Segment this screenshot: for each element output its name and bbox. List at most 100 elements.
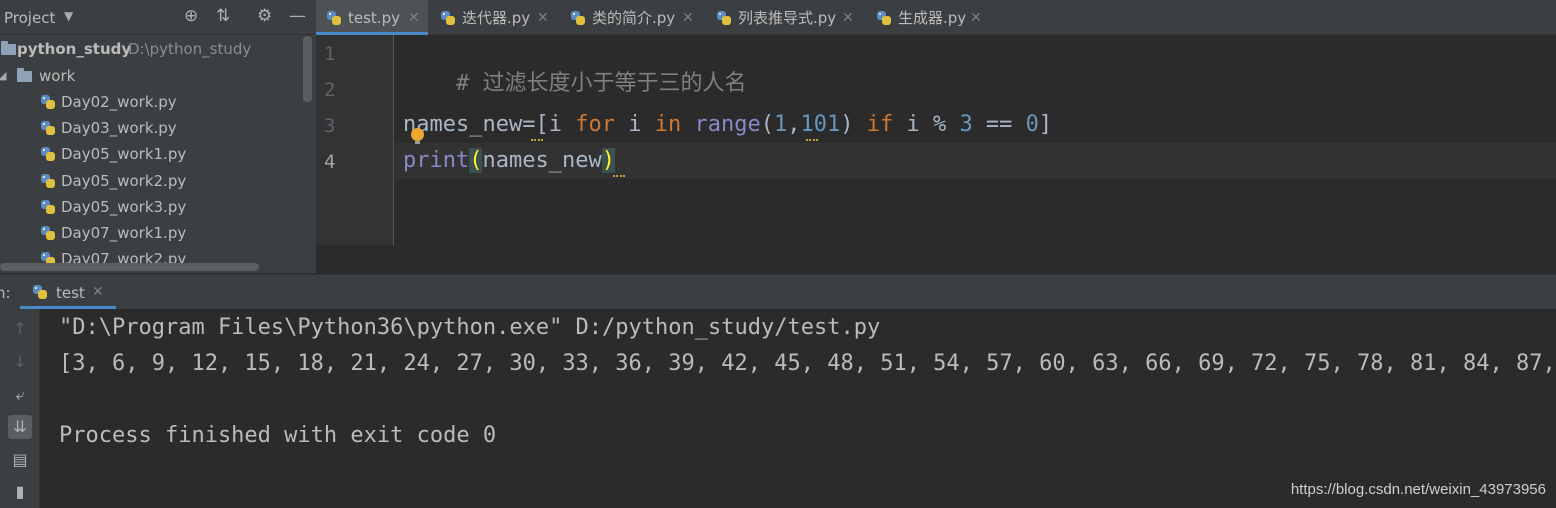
python-file-icon <box>570 10 586 26</box>
tab-iterator-py[interactable]: 迭代器.py ✕ <box>430 0 558 34</box>
folder-icon <box>1 41 16 55</box>
expression-token: i % <box>893 112 960 137</box>
tab-label: 列表推导式.py <box>738 9 837 27</box>
tab-label: test.py <box>348 9 400 27</box>
close-icon[interactable]: ✕ <box>970 0 982 36</box>
file-name: Day02_work.py <box>61 93 177 111</box>
keyword-in: in <box>654 112 682 137</box>
operator-token: = <box>522 112 536 137</box>
warning-squiggle <box>531 135 543 141</box>
file-name: Day05_work1.py <box>61 145 187 163</box>
folder-icon <box>17 68 32 82</box>
root-path: D:\python_study <box>128 40 252 58</box>
line-number: 2 <box>324 79 336 101</box>
print-icon[interactable]: ▤ <box>8 448 32 472</box>
console-command-line: "D:\Program Files\Python36\python.exe" D… <box>59 315 881 340</box>
project-view-title[interactable]: Project <box>4 9 55 27</box>
warning-squiggle <box>613 171 625 177</box>
file-name: Day07_work1.py <box>61 224 187 242</box>
tab-test-py[interactable]: test.py ✕ <box>316 0 428 36</box>
arrow-down-icon[interactable]: ↓ <box>8 350 32 374</box>
paren-token: ) <box>840 112 854 137</box>
matched-paren-close: ) <box>601 148 615 173</box>
keyword-if: if <box>866 112 894 137</box>
run-tab-test[interactable]: test ✕ <box>20 275 116 309</box>
python-file-icon <box>876 10 892 26</box>
tab-label: 类的简介.py <box>592 9 676 27</box>
matched-paren-open: ( <box>469 148 483 173</box>
target-icon[interactable]: ⊕ <box>184 6 198 26</box>
line-number-gutter: 1 2 3 4 <box>316 35 394 245</box>
console-exit-line: Process finished with exit code 0 <box>59 423 497 448</box>
python-file-icon <box>32 284 48 300</box>
tab-label: 迭代器.py <box>462 9 531 27</box>
collapse-icon[interactable]: ⇅ <box>216 6 230 26</box>
minimize-icon[interactable]: — <box>289 6 306 26</box>
bracket-token: [ <box>535 112 549 137</box>
editor-empty-area <box>316 245 1556 273</box>
python-file-icon <box>440 10 456 26</box>
project-tool-window: Project ▼ ⊕ ⇅ ⚙ — python_study D:\python… <box>0 0 316 273</box>
line-number: 3 <box>324 115 336 137</box>
close-icon[interactable]: ✕ <box>92 284 104 300</box>
python-file-icon <box>40 120 56 136</box>
run-label: n: <box>0 284 11 302</box>
run-tool-window-header: n: test ✕ <box>0 274 1556 309</box>
close-icon[interactable]: ✕ <box>537 0 549 36</box>
number-token: 1 <box>773 112 788 137</box>
file-name: Day05_work3.py <box>61 198 187 216</box>
comment-text: # 过滤长度小于等于三的人名 <box>455 71 747 96</box>
number-token: 101 <box>800 112 841 137</box>
arrow-up-icon[interactable]: ↑ <box>8 317 32 341</box>
tab-class-intro-py[interactable]: 类的简介.py ✕ <box>560 0 704 34</box>
code-line-3: names_new=[i for i in range(1,101) if i … <box>403 112 1052 137</box>
horizontal-scrollbar[interactable] <box>0 263 259 271</box>
run-toolbar: ↑ ↓ ⤶ ⇊ ▤ ▮ <box>0 309 40 508</box>
warning-squiggle <box>806 135 818 141</box>
code-line-1: # 过滤长度小于等于三的人名 <box>403 40 747 122</box>
trash-icon[interactable]: ▮ <box>8 480 32 504</box>
python-file-icon <box>40 146 56 162</box>
python-file-icon <box>716 10 732 26</box>
line-number: 4 <box>324 151 336 173</box>
builtin-print: print <box>403 148 470 173</box>
identifier-token: i <box>548 112 576 137</box>
number-token: 3 <box>959 112 973 137</box>
close-icon[interactable]: ✕ <box>842 0 854 36</box>
number-token: 0 <box>1025 112 1039 137</box>
file-name: Day05_work2.py <box>61 172 187 190</box>
vertical-scrollbar[interactable] <box>303 36 312 102</box>
gear-icon[interactable]: ⚙ <box>257 6 272 26</box>
console-output-line: [3, 6, 9, 12, 15, 18, 21, 24, 27, 30, 33… <box>59 351 1556 376</box>
tab-list-comprehension-py[interactable]: 列表推导式.py ✕ <box>706 0 864 34</box>
scroll-to-end-icon[interactable]: ⇊ <box>8 415 32 439</box>
paren-token: ( <box>760 112 774 137</box>
builtin-range: range <box>694 112 761 137</box>
lightbulb-icon[interactable] <box>411 128 424 144</box>
identifier-token: i <box>614 112 655 137</box>
comma-token: , <box>787 112 801 137</box>
operator-token: == <box>972 112 1026 137</box>
expand-arrow-icon[interactable]: ◢ <box>0 63 6 89</box>
close-icon[interactable]: ✕ <box>408 0 420 36</box>
editor-tab-bar: test.py ✕ 迭代器.py ✕ 类的简介.py ✕ 列表推导式.py ✕ … <box>316 0 1556 35</box>
watermark-url: https://blog.csdn.net/weixin_43973956 <box>1290 481 1546 498</box>
chevron-down-icon[interactable]: ▼ <box>64 9 73 23</box>
python-file-icon <box>326 10 342 26</box>
tab-label: 生成器.py <box>898 9 967 27</box>
run-console[interactable]: "D:\Program Files\Python36\python.exe" D… <box>40 309 1556 508</box>
code-editor[interactable]: # 过滤长度小于等于三的人名 names_new=[i for i in ran… <box>394 35 1556 245</box>
soft-wrap-icon[interactable]: ⤶ <box>8 383 32 407</box>
root-name: python_study <box>17 40 132 58</box>
run-tab-label: test <box>56 284 85 302</box>
code-line-4: print(names_new) <box>403 148 615 173</box>
keyword-for: for <box>575 112 615 137</box>
folder-name: work <box>39 67 76 85</box>
tab-generator-py[interactable]: 生成器.py ✕ <box>866 0 988 34</box>
python-file-icon <box>40 94 56 110</box>
python-file-icon <box>40 173 56 189</box>
project-header: Project ▼ ⊕ ⇅ ⚙ — <box>0 0 316 35</box>
line-number: 1 <box>324 43 336 65</box>
python-file-icon <box>40 199 56 215</box>
close-icon[interactable]: ✕ <box>682 0 694 36</box>
